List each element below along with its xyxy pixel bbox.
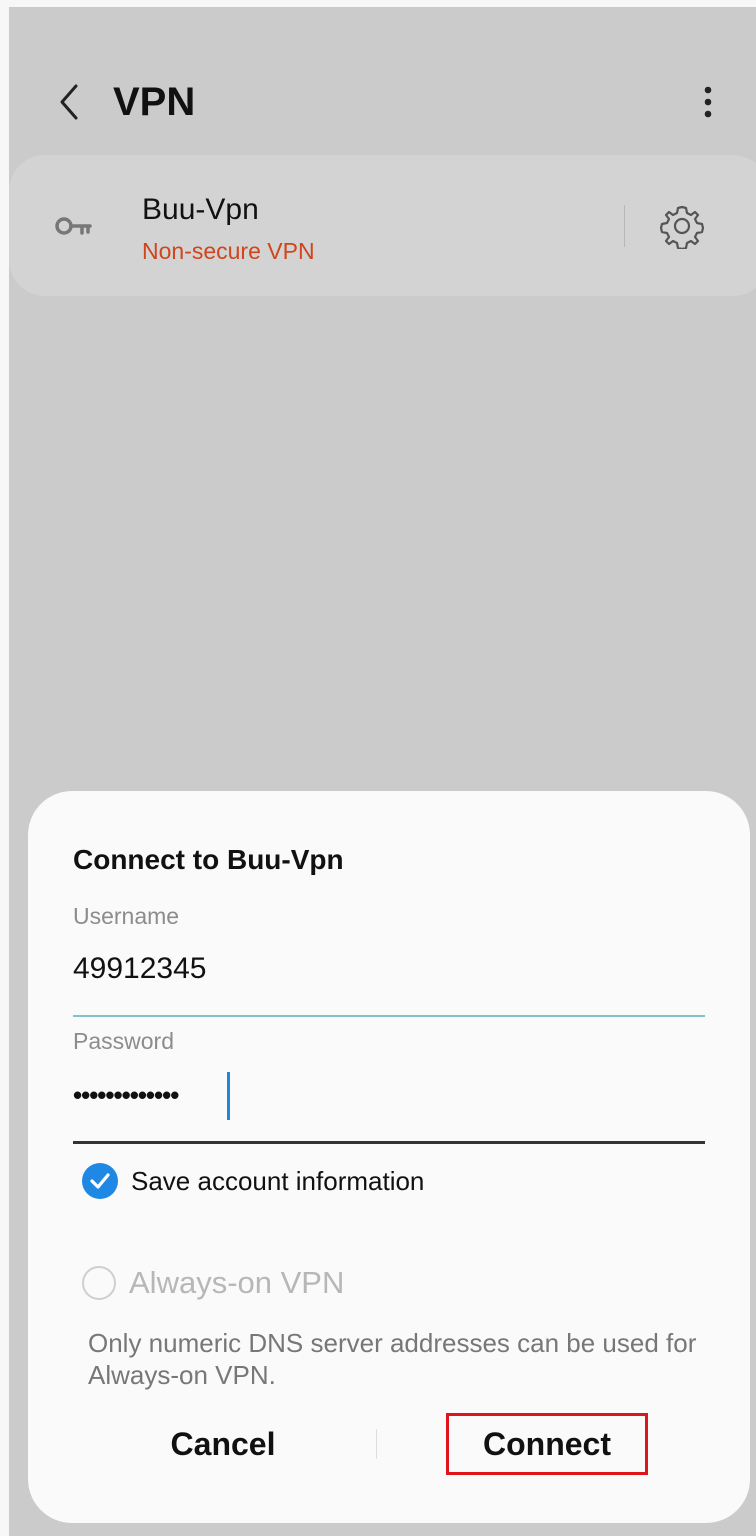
- dialog-title: Connect to Buu-Vpn: [73, 844, 344, 875]
- left-edge: [0, 0, 9, 1536]
- always-on-note: Only numeric DNS server addresses can be…: [88, 1328, 697, 1390]
- username-underline: [73, 1015, 705, 1017]
- vpn-security-status: Non-secure VPN: [142, 238, 315, 264]
- always-on-vpn-option[interactable]: Always-on VPN: [82, 1263, 344, 1303]
- text-cursor: [227, 1072, 230, 1120]
- page-title: VPN: [113, 80, 196, 124]
- gear-icon[interactable]: [659, 203, 705, 249]
- cancel-button[interactable]: Cancel: [148, 1413, 298, 1475]
- back-button[interactable]: [49, 77, 89, 127]
- password-label: Password: [73, 1028, 174, 1054]
- username-label: Username: [73, 903, 180, 929]
- always-on-vpn-label: Always-on VPN: [129, 1265, 345, 1300]
- always-on-vpn-radio[interactable]: [82, 1266, 116, 1300]
- top-edge: [0, 0, 756, 7]
- connect-dialog: Connect to Buu-Vpn Username 49912345 Pas…: [28, 791, 750, 1523]
- connect-button[interactable]: Connect: [446, 1413, 648, 1475]
- vpn-item-divider: [624, 205, 625, 247]
- password-underline: [73, 1141, 705, 1144]
- button-divider: [376, 1429, 377, 1459]
- vpn-list-item[interactable]: Buu-Vpn Non-secure VPN: [9, 155, 756, 296]
- vpn-name: Buu-Vpn: [142, 193, 259, 226]
- more-options-button[interactable]: [696, 77, 720, 127]
- save-account-label: Save account information: [131, 1165, 425, 1196]
- check-icon: [90, 1173, 110, 1189]
- save-account-option[interactable]: Save account information: [82, 1161, 424, 1201]
- save-account-checkbox[interactable]: [82, 1163, 118, 1199]
- password-dots: •••••••••••••: [73, 1080, 179, 1110]
- username-field[interactable]: 49912345: [73, 951, 206, 987]
- key-icon: [55, 217, 92, 235]
- vpn-screen: VPN Buu-Vpn Non-secure VPN Connect to Bu…: [9, 7, 756, 1536]
- password-field[interactable]: •••••••••••••: [73, 1077, 179, 1113]
- more-vert-icon: [704, 86, 712, 118]
- chevron-left-icon: [60, 84, 78, 120]
